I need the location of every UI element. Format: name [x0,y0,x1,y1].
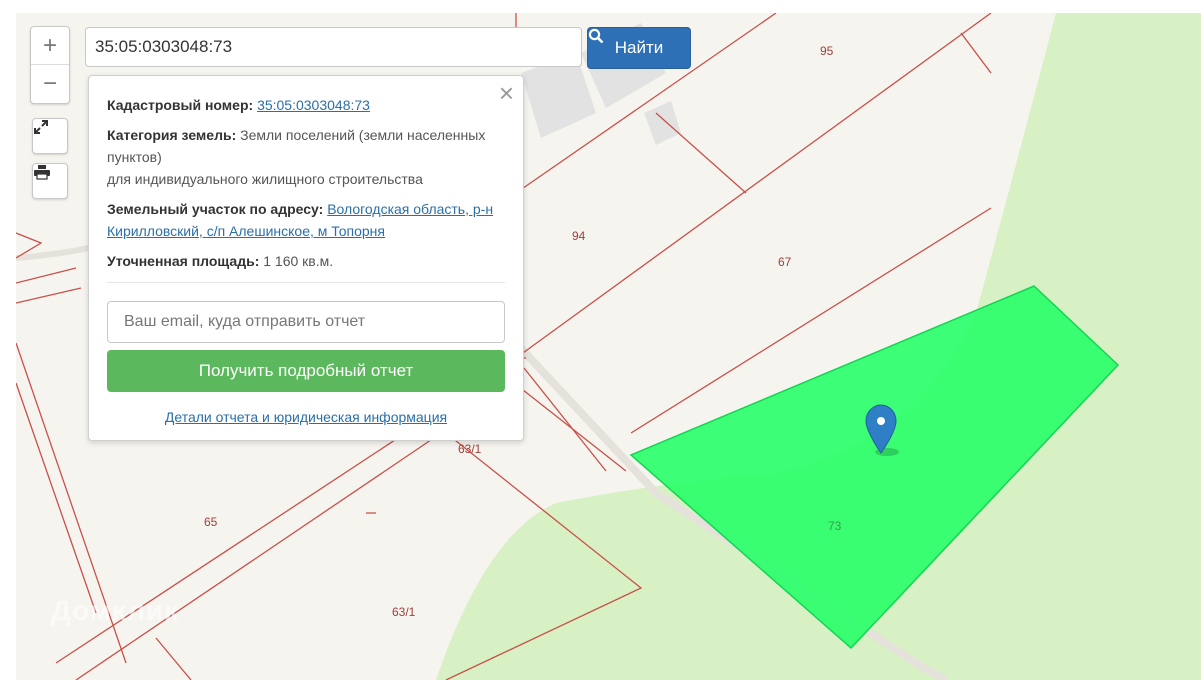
get-report-button[interactable]: Получить подробный отчет [107,350,505,392]
building [644,101,681,145]
search-input[interactable] [85,27,582,67]
parcel-label: 95 [820,44,834,58]
area-label: Уточненная площадь: [107,253,260,269]
cadastral-link[interactable]: 35:05:0303048:73 [257,97,370,113]
area-row: Уточненная площадь: 1 160 кв.м. [107,250,505,272]
parcel-info-popup: × Кадастровый номер: 35:05:0303048:73 Ка… [88,75,524,441]
report-details-link[interactable]: Детали отчета и юридическая информация [165,409,447,425]
cadastral-row: Кадастровый номер: 35:05:0303048:73 [107,94,505,116]
parcel-label: 67 [778,255,792,269]
watermark: Домклик [51,595,180,626]
zoom-out-button[interactable]: − [31,65,69,102]
zoom-in-button[interactable]: + [31,27,69,65]
zoom-control: + − [30,26,70,104]
address-label: Земельный участок по адресу: [107,201,324,217]
search-icon [588,28,604,44]
print-icon [34,165,50,180]
map-canvas[interactable]: 95 94 67 63/1 65 63/1 73 Домклик + − Най… [16,13,1201,680]
close-icon[interactable]: × [499,80,514,106]
email-field[interactable]: Ваш email, куда отправить отчет [107,301,505,343]
print-button[interactable] [32,163,68,199]
search-button[interactable]: Найти [587,27,691,69]
category-use: для индивидуального жилищного строительс… [107,171,423,187]
category-row: Категория земель: Земли поселений (земли… [107,124,505,190]
fullscreen-button[interactable] [32,118,68,154]
area-value: 1 160 кв.м. [263,253,334,269]
category-label: Категория земель: [107,127,237,143]
parcel-label: 65 [204,515,218,529]
parcel-label: 63/1 [392,605,416,619]
divider [107,282,505,283]
parcel-label: 63/1 [458,442,482,456]
address-row: Земельный участок по адресу: Вологодская… [107,198,505,242]
cadastral-label: Кадастровый номер: [107,97,254,113]
parcel-label: 94 [572,229,586,243]
search-button-label: Найти [614,38,664,57]
parcel-label-selected: 73 [828,519,842,533]
expand-icon [34,120,48,134]
details-link-wrap: Детали отчета и юридическая информация [107,406,505,428]
